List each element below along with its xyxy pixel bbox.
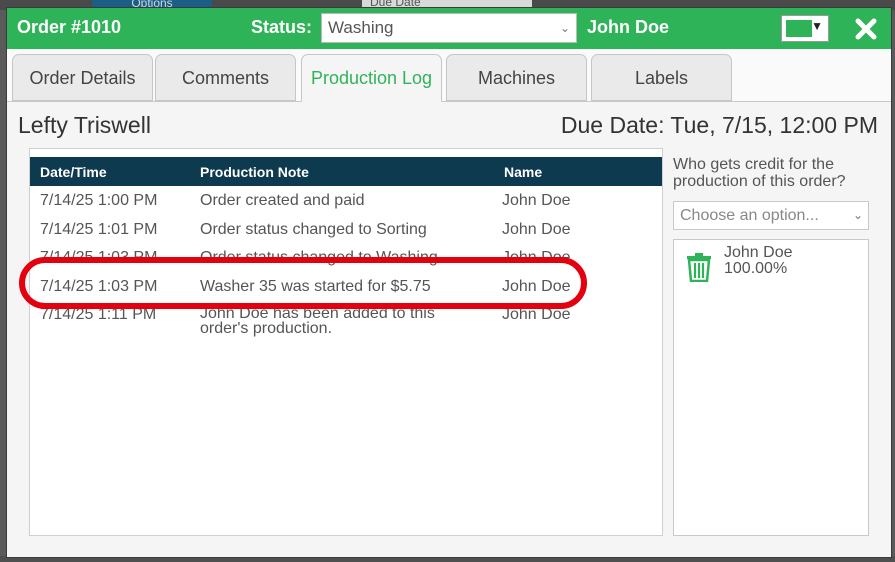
due-date: Due Date: Tue, 7/15, 12:00 PM	[560, 112, 878, 138]
trash-icon[interactable]	[686, 252, 712, 282]
color-swatch	[786, 20, 812, 37]
chevron-down-icon: ⌄	[559, 21, 570, 35]
row-name: John Doe	[502, 221, 571, 238]
tab-bar: Order Details Comments Production Log Ma…	[7, 49, 891, 102]
row-datetime: 7/14/25 1:01 PM	[40, 221, 158, 238]
dropdown-arrow-icon: ▼	[811, 19, 823, 33]
customer-name: Lefty Triswell	[18, 112, 151, 138]
status-label: Status:	[251, 17, 313, 37]
column-header-name: Name	[504, 164, 543, 180]
tab-labels[interactable]: Labels	[591, 54, 732, 101]
credit-assignee-percent: 100.00%	[724, 260, 788, 277]
highlight-annotation	[19, 257, 587, 309]
status-value: Washing	[328, 18, 394, 37]
row-note: Order status changed to Sorting	[200, 221, 427, 238]
row-note: Order created and paid	[200, 192, 365, 209]
credit-select-placeholder: Choose an option...	[680, 207, 819, 224]
production-log-table: Date/Time Production Note Name 7/14/25 1…	[29, 148, 663, 536]
order-title: Order #1010	[17, 17, 122, 37]
chevron-down-icon: ⌄	[852, 208, 863, 222]
credit-question: Who gets credit for the production of th…	[673, 156, 846, 190]
status-select[interactable]: Washing ⌄	[321, 13, 577, 43]
tab-comments[interactable]: Comments	[155, 54, 296, 101]
row-note: John Doe has been added to this order's …	[200, 305, 435, 337]
credit-list: John Doe 100.00%	[673, 239, 869, 536]
close-icon[interactable]	[849, 12, 883, 46]
credit-select[interactable]: Choose an option... ⌄	[673, 201, 869, 230]
color-picker[interactable]: ▼	[781, 15, 829, 42]
header-user-name: John Doe	[587, 17, 670, 37]
tab-order-details[interactable]: Order Details	[12, 54, 153, 101]
order-modal: Order #1010 Status: Washing ⌄ John Doe ▼…	[6, 7, 892, 558]
tab-machines[interactable]: Machines	[446, 54, 587, 101]
row-name: John Doe	[502, 192, 571, 209]
row-datetime: 7/14/25 1:00 PM	[40, 192, 158, 209]
column-header-note: Production Note	[200, 164, 309, 180]
column-header-datetime: Date/Time	[40, 164, 107, 180]
table-header: Date/Time Production Note Name	[30, 157, 662, 186]
modal-header: Order #1010 Status: Washing ⌄ John Doe ▼	[7, 8, 891, 49]
tab-production-log[interactable]: Production Log	[301, 54, 442, 102]
